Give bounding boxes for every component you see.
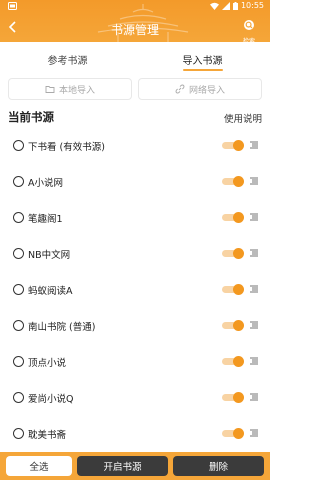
source-name: 南山书院 (普通) (28, 322, 96, 333)
list-item[interactable]: 下书看 (有效书源) (0, 128, 270, 164)
section-header: 当前书源 使用说明 (0, 108, 270, 126)
status-bar: 10:55 (0, 0, 270, 13)
list-item[interactable]: NB中文网 (0, 236, 270, 272)
drag-handle-icon[interactable] (249, 140, 259, 150)
delete-button[interactable]: 删除 (173, 456, 264, 476)
source-name: 顶点小说 (28, 358, 67, 369)
drag-handle-icon[interactable] (249, 248, 259, 258)
select-radio[interactable] (13, 320, 24, 331)
section-title: 当前书源 (8, 110, 54, 124)
drag-handle-icon[interactable] (249, 428, 259, 438)
source-name: 笔趣阁1 (28, 214, 63, 225)
page-title: 书源管理 (110, 23, 159, 37)
network-import-label: 网络导入 (188, 85, 225, 96)
drag-handle-icon[interactable] (249, 284, 259, 294)
usage-help-link[interactable]: 使用说明 (224, 111, 262, 125)
list-item[interactable]: A小说网 (0, 164, 270, 200)
enable-toggle[interactable] (222, 320, 244, 331)
enable-toggle[interactable] (222, 428, 244, 439)
bottom-action-bar: 全选 开启书源 删除 (0, 452, 270, 480)
list-item[interactable]: 爱尚小说Q (0, 380, 270, 416)
enable-toggle[interactable] (222, 140, 244, 151)
notification-icon (8, 2, 17, 10)
select-radio[interactable] (13, 356, 24, 367)
source-name: 蚂蚁阅读A (28, 286, 73, 297)
search-icon (244, 20, 254, 30)
source-list: 下书看 (有效书源) A小说网 笔趣阁1 NB中文网 蚂蚁阅读A 南山书院 (普… (0, 128, 270, 452)
source-name: 爱尚小说Q (28, 394, 74, 405)
enable-sources-button[interactable]: 开启书源 (77, 456, 168, 476)
network-import-button[interactable]: 网络导入 (138, 78, 262, 100)
local-import-label: 本地导入 (58, 85, 95, 96)
tab-reference-sources[interactable]: 参考书源 (0, 42, 135, 73)
source-name: 耽美书斋 (28, 430, 67, 441)
battery-icon (232, 1, 238, 10)
import-buttons: 本地导入 网络导入 (8, 78, 262, 100)
enable-toggle[interactable] (222, 248, 244, 259)
folder-icon (45, 86, 55, 93)
select-radio[interactable] (13, 248, 24, 259)
source-name: 下书看 (有效书源) (28, 142, 105, 153)
signal-icon (221, 1, 230, 10)
drag-handle-icon[interactable] (249, 356, 259, 366)
tab-bar: 参考书源 导入书源 (0, 42, 270, 73)
enable-toggle[interactable] (222, 212, 244, 223)
select-radio[interactable] (13, 392, 24, 403)
enable-toggle[interactable] (222, 392, 244, 403)
header: 书源管理 检索 (0, 13, 270, 42)
select-radio[interactable] (13, 212, 24, 223)
source-name: A小说网 (28, 178, 63, 189)
enable-toggle[interactable] (222, 284, 244, 295)
list-item[interactable]: 蚂蚁阅读A (0, 272, 270, 308)
wifi-icon (209, 2, 219, 10)
select-all-button[interactable]: 全选 (6, 456, 72, 476)
drag-handle-icon[interactable] (249, 392, 259, 402)
list-item[interactable]: 南山书院 (普通) (0, 308, 270, 344)
drag-handle-icon[interactable] (249, 176, 259, 186)
drag-handle-icon[interactable] (249, 320, 259, 330)
link-icon (175, 84, 185, 94)
select-radio[interactable] (13, 284, 24, 295)
list-item[interactable]: 顶点小说 (0, 344, 270, 380)
list-item[interactable]: 笔趣阁1 (0, 200, 270, 236)
local-import-button[interactable]: 本地导入 (8, 78, 132, 100)
list-item[interactable]: 耽美书斋 (0, 416, 270, 452)
tab-import-sources[interactable]: 导入书源 (135, 42, 270, 73)
status-time: 10:55 (240, 1, 264, 10)
select-radio[interactable] (13, 140, 24, 151)
select-radio[interactable] (13, 428, 24, 439)
enable-toggle[interactable] (222, 176, 244, 187)
source-name: NB中文网 (28, 250, 71, 261)
search-button[interactable]: 检索 (238, 16, 260, 42)
drag-handle-icon[interactable] (249, 212, 259, 222)
top-bar: 10:55 书源管理 检索 (0, 0, 270, 42)
enable-toggle[interactable] (222, 356, 244, 367)
select-radio[interactable] (13, 176, 24, 187)
